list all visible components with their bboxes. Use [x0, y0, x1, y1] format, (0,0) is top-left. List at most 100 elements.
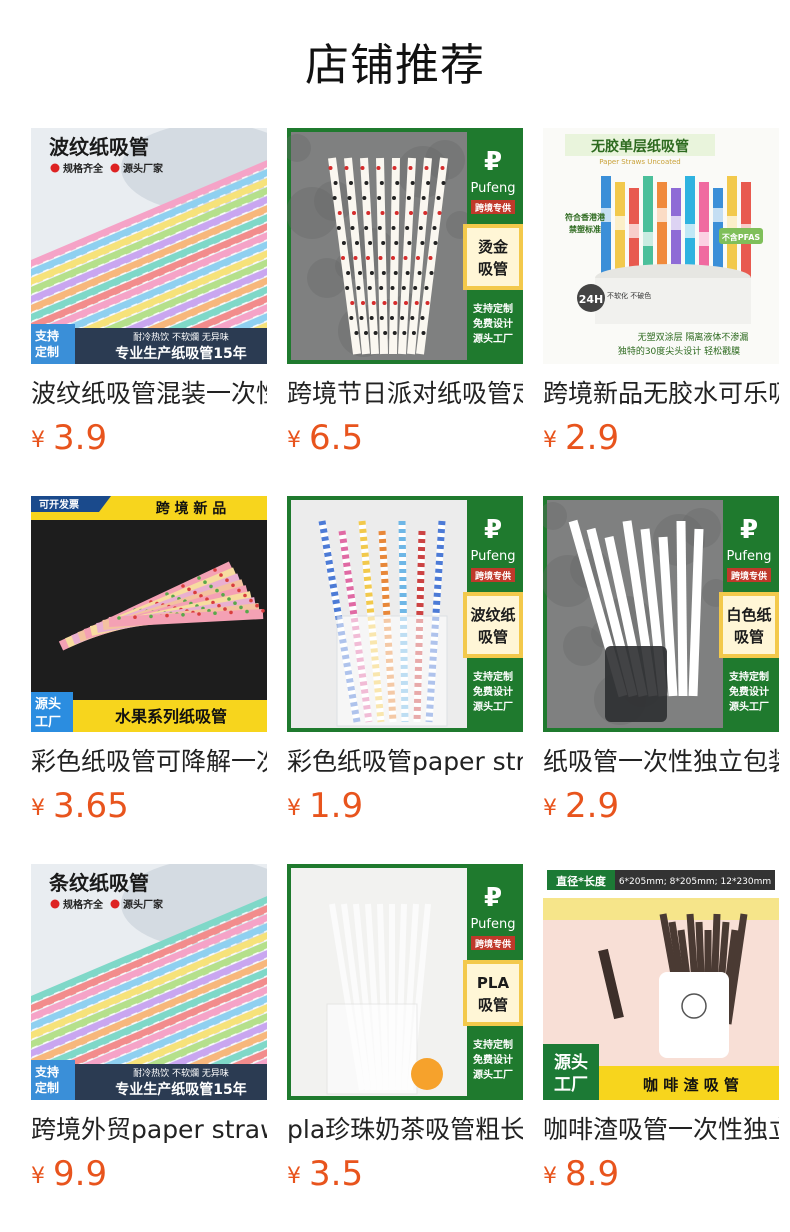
- currency-symbol: ¥: [543, 796, 557, 821]
- fruit-dot: [165, 613, 169, 618]
- price-amount: 3.65: [53, 786, 129, 826]
- feature-line: 支持定制: [472, 1038, 513, 1051]
- fruit-dot: [149, 614, 153, 619]
- straw-dot: [421, 331, 426, 335]
- product-image[interactable]: ₽ Pufeng 跨境专供 烫金 吸管 支持定制 免费设计 源头工厂: [287, 128, 523, 364]
- product-name[interactable]: 跨境节日派对纸吸管定制: [287, 376, 523, 412]
- product-name[interactable]: 咖啡渣吸管一次性独立包装: [543, 1112, 779, 1148]
- product-name[interactable]: 彩色纸吸管paper straws: [287, 744, 523, 780]
- straw-dot: [369, 271, 374, 275]
- feature-panel-text: 吸管: [478, 996, 508, 1014]
- glass-shape: [336, 615, 448, 727]
- product-name[interactable]: 跨境新品无胶水可乐吸管: [543, 376, 779, 412]
- product-image[interactable]: 无胶单层纸吸管 Paper Straws Uncoated 不含PFAS 符合香港港禁…: [543, 128, 779, 364]
- product-price: ¥2.9: [543, 416, 619, 460]
- straw-dot: [380, 211, 385, 215]
- product-card[interactable]: 条纹纸吸管 规格齐全 源头厂家 耐冷热饮 不软爛 无异味 专业生产纸吸管15年 支持 定制跨…: [31, 864, 267, 1204]
- straw-dot: [429, 271, 434, 275]
- fruit-dot: [181, 584, 185, 588]
- fruit-dot: [203, 580, 207, 584]
- straw-dot: [368, 241, 373, 245]
- fruit-dot: [225, 578, 229, 582]
- straw-dot: [421, 196, 426, 200]
- straw-dot: [364, 226, 369, 230]
- product-image[interactable]: 波纹纸吸管 规格齐全 源头厂家 耐冷热饮 不软爛 无异味 专业生产纸吸管15年 支持 定制: [31, 128, 267, 364]
- product-image[interactable]: ₽ Pufeng 跨境专供 波纹纸 吸管 支持定制 免费设计 源头工厂: [287, 496, 523, 732]
- check-icon: [110, 163, 120, 173]
- straw-dot: [408, 166, 413, 170]
- straw-stripe: [727, 216, 737, 230]
- product-image-graphic: 波纹纸吸管规格齐全 源头厂家耐冷热饮 不软爛 无异味专业生产纸吸管15年 支持定制: [31, 128, 267, 364]
- product-card[interactable]: 可开发票 跨 境 新 品水果系列纸吸管 源头工厂彩色纸吸管可降解一次性 ¥3.65: [31, 496, 267, 836]
- straw-shape: [389, 157, 400, 355]
- straw-dot: [377, 196, 382, 200]
- product-image[interactable]: ₽ Pufeng 跨境专供 PLA 吸管 支持定制 免费设计 源头工厂: [287, 864, 523, 1100]
- product-name[interactable]: 跨境外贸paper straws: [31, 1112, 267, 1148]
- image-heading: 波纹纸吸管: [49, 135, 149, 159]
- straw-dot: [346, 271, 351, 275]
- currency-symbol: ¥: [543, 428, 557, 453]
- straw-dot: [402, 331, 407, 335]
- fruit-dot: [229, 610, 233, 615]
- product-name[interactable]: 彩色纸吸管可降解一次性: [31, 744, 267, 780]
- product-card[interactable]: 无胶单层纸吸管 Paper Straws Uncoated 不含PFAS 符合香港港禁…: [543, 128, 779, 468]
- straw-dot: [392, 196, 396, 200]
- fruit-dot: [233, 601, 237, 605]
- product-card[interactable]: ₽ Pufeng 跨境专供 PLA 吸管 支持定制 免费设计 源头工厂 pla珍珠奶茶吸管粗长 ¥…: [287, 864, 523, 1204]
- product-name[interactable]: 纸吸管一次性独立包装: [543, 744, 779, 780]
- hours-text: 24H: [579, 293, 604, 306]
- product-image[interactable]: 可开发票 跨 境 新 品水果系列纸吸管 源头 工厂: [31, 496, 267, 732]
- orange-slice: [411, 1058, 443, 1090]
- straw-dot: [403, 256, 408, 260]
- feature-line: 源头工厂: [473, 1068, 513, 1081]
- corner-badge-text: 工厂: [554, 1075, 588, 1095]
- product-image[interactable]: 条纹纸吸管 规格齐全 源头厂家 耐冷热饮 不软爛 无异味 专业生产纸吸管15年 支持 定制: [31, 864, 267, 1100]
- straw-dot: [361, 301, 365, 305]
- straw-dot: [440, 166, 445, 170]
- product-price: ¥1.9: [287, 784, 363, 828]
- feature-line: 源头工厂: [729, 700, 769, 713]
- currency-symbol: ¥: [287, 796, 301, 821]
- straw-dot: [393, 271, 398, 275]
- product-name[interactable]: 波纹纸吸管混装一次性: [31, 376, 267, 412]
- straw-dot: [379, 316, 384, 320]
- product-name[interactable]: pla珍珠奶茶吸管粗长: [287, 1112, 523, 1148]
- image-banner-text: 水果系列纸吸管: [115, 707, 227, 726]
- product-card[interactable]: ₽ Pufeng 跨境专供烫金吸管支持定制免费设计源头工厂跨境节日派对纸吸管定制 ¥6…: [287, 128, 523, 468]
- product-card[interactable]: ₽ Pufeng 跨境专供 白色纸 吸管 支持定制 免费设计 源头工厂 纸吸管一次性独立包装 ¥2…: [543, 496, 779, 836]
- straw-dot: [410, 181, 415, 185]
- straw-dot: [373, 331, 378, 335]
- fruit-dot: [255, 603, 259, 608]
- product-image-graphic: ₽ Pufeng 跨境专供烫金吸管支持定制免费设计源头工厂: [287, 128, 523, 364]
- straw-dot: [404, 301, 408, 305]
- straw-dot: [436, 196, 441, 200]
- straw-stripe: [657, 208, 667, 222]
- fruit-dot: [219, 573, 223, 577]
- straw-dot: [349, 316, 354, 320]
- product-price: ¥3.65: [31, 784, 129, 828]
- product-image[interactable]: ₽ Pufeng 跨境专供 白色纸 吸管 支持定制 免费设计 源头工厂: [543, 496, 779, 732]
- product-card[interactable]: ₽ Pufeng 跨境专供 波纹纸 吸管 支持定制 免费设计 源头工厂彩色纸吸管paper s…: [287, 496, 523, 836]
- feature-panel-text: 波纹纸: [470, 606, 515, 624]
- straw-shape: [688, 528, 704, 697]
- cup-shape: [595, 278, 751, 324]
- product-card[interactable]: 直径*长度 6*205mm; 8*205mm; 12*230mm 咖 啡 渣 吸 管…: [543, 864, 779, 1204]
- product-image-graphic: 直径*长度 6*205mm; 8*205mm; 12*230mm 咖 啡 渣 吸 管…: [543, 864, 779, 1100]
- image-subheading: Paper Straws Uncoated: [599, 158, 680, 166]
- straw-dot: [433, 241, 438, 245]
- straw-dot: [428, 256, 433, 260]
- straw-dot: [416, 256, 420, 260]
- product-card[interactable]: 波纹纸吸管 规格齐全 源头厂家 耐冷热饮 不软爛 无异味 专业生产纸吸管15年 支持 定制波…: [31, 128, 267, 468]
- straw-dot: [359, 316, 364, 320]
- feature-line: 免费设计: [729, 685, 769, 698]
- product-image[interactable]: 直径*长度 6*205mm; 8*205mm; 12*230mm 咖 啡 渣 吸 管…: [543, 864, 779, 1100]
- corner-badge-text: 工厂: [35, 715, 61, 730]
- currency-symbol: ¥: [31, 1164, 45, 1189]
- brand-logo-icon: ₽: [484, 147, 502, 177]
- page-title: 店铺推荐: [305, 40, 485, 91]
- straw-dot: [401, 286, 406, 290]
- image-banner-text: 咖 啡 渣 吸 管: [643, 1076, 739, 1094]
- feature-line: 源头工厂: [473, 700, 513, 713]
- straw-dot: [420, 316, 425, 320]
- straw-dot: [379, 286, 384, 290]
